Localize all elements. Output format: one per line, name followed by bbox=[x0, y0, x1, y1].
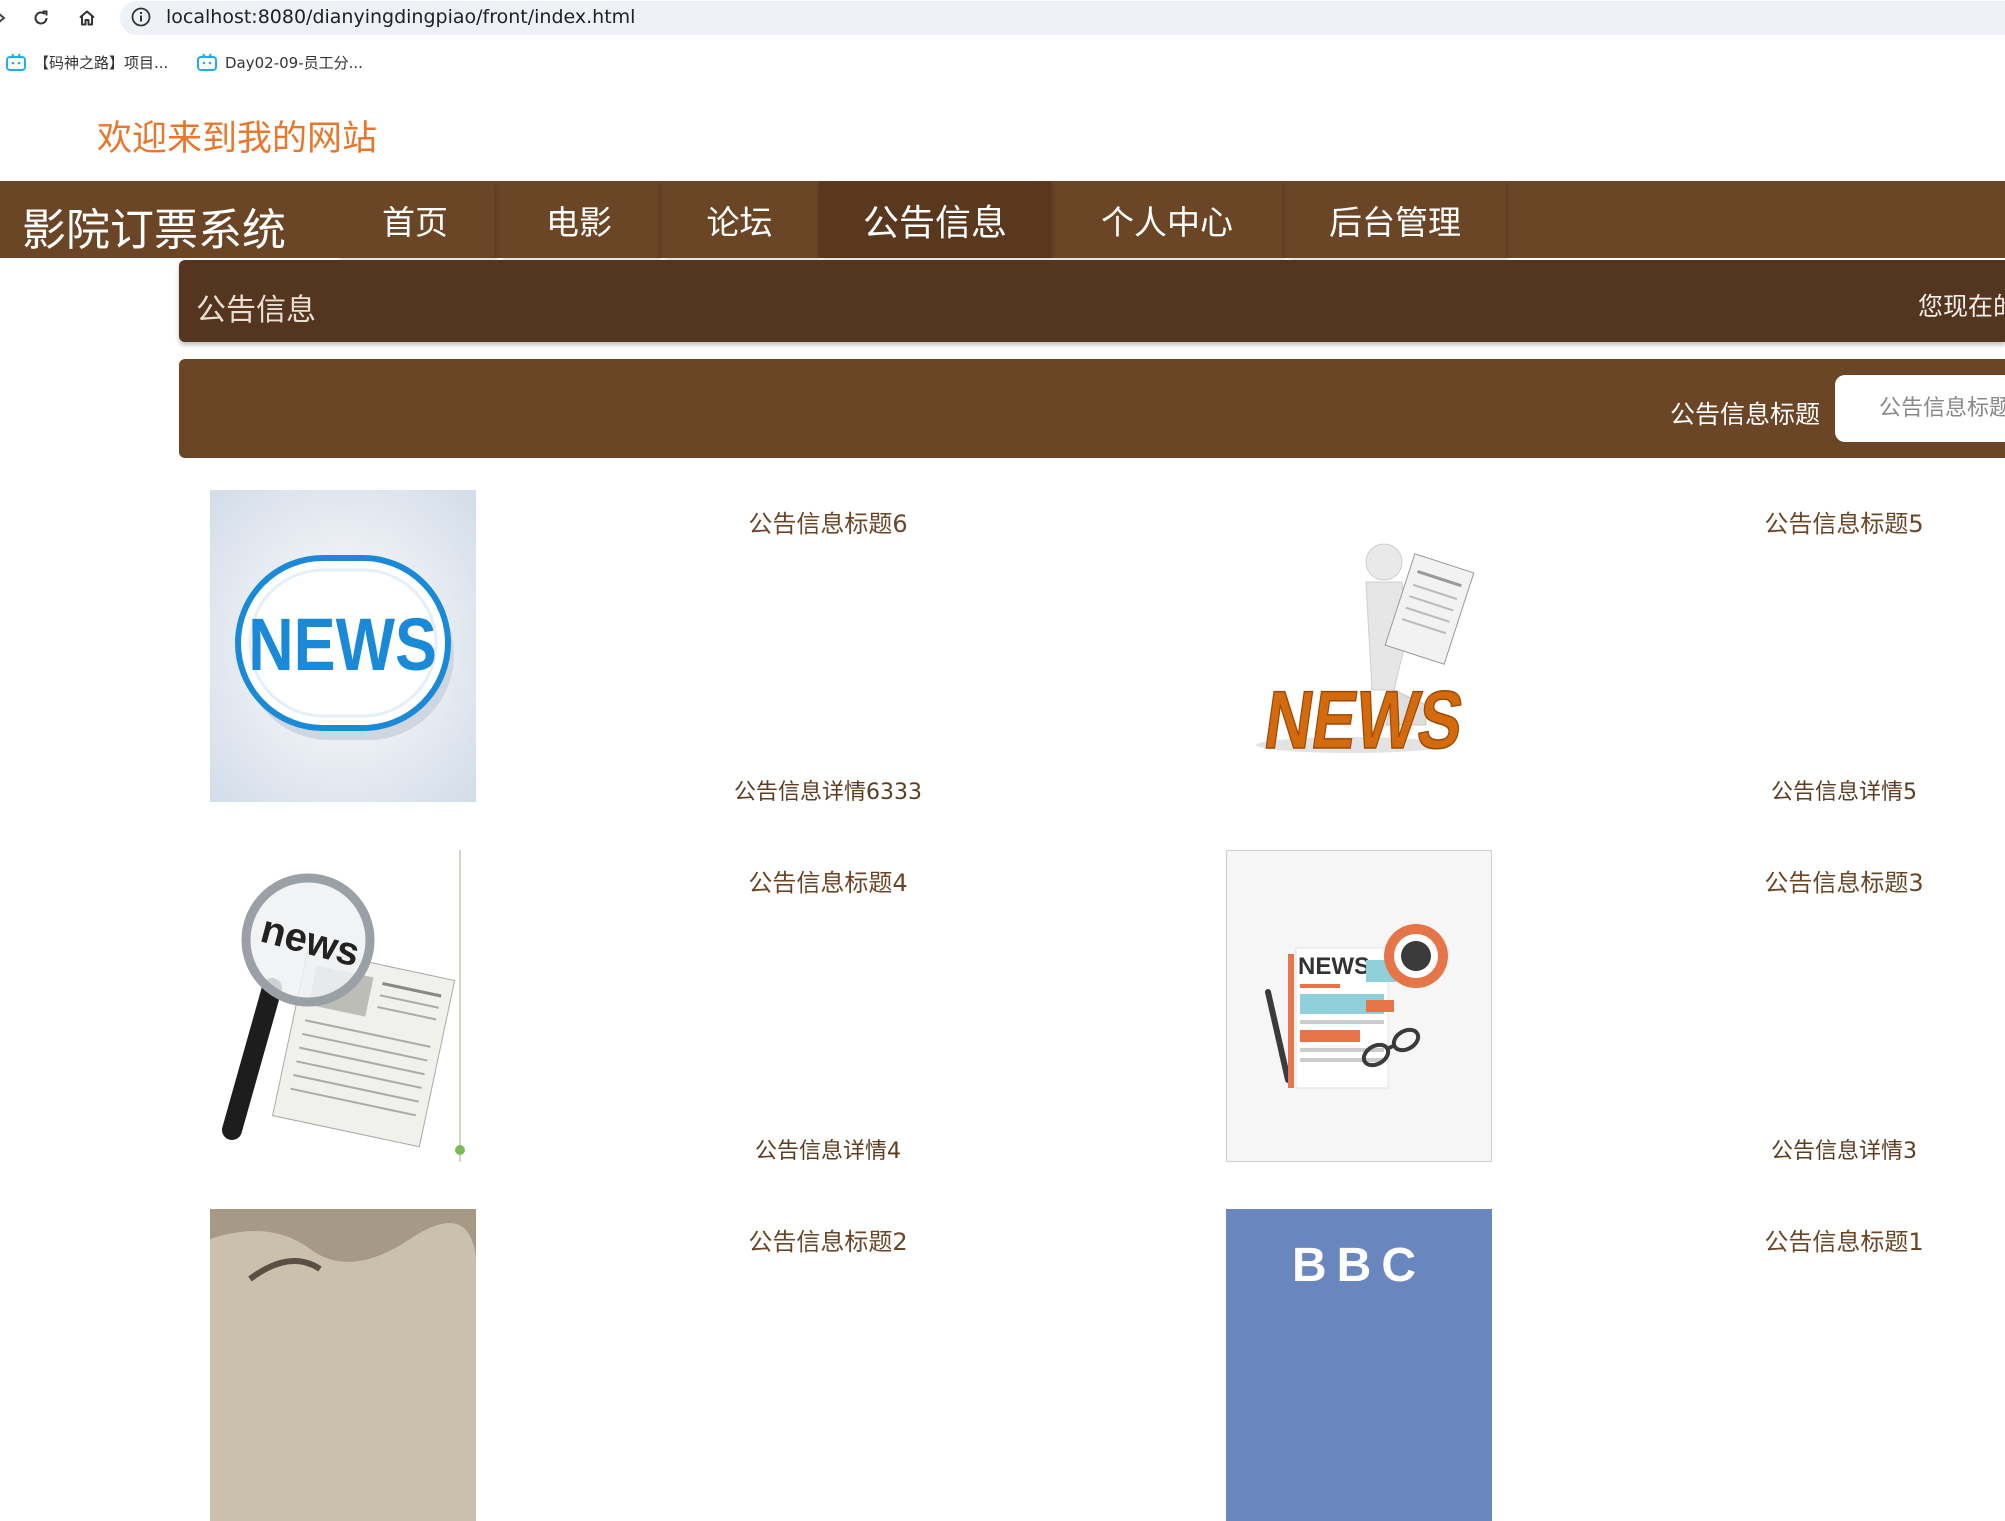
notice-image[interactable]: NEWS bbox=[1226, 490, 1492, 802]
home-icon bbox=[79, 10, 95, 26]
notice-image[interactable]: news bbox=[210, 850, 476, 1162]
notice-detail: 公告信息详情5 bbox=[1771, 780, 1917, 805]
breadcrumb-location: 您现在的 bbox=[1918, 292, 2005, 321]
site-brand[interactable]: 影院订票系统 bbox=[22, 194, 286, 258]
nav-item-forum[interactable]: 论坛 bbox=[662, 181, 817, 258]
notice-title[interactable]: 公告信息标题3 bbox=[1644, 863, 2005, 898]
nav-label: 电影 bbox=[546, 202, 612, 242]
notice-title[interactable]: 公告信息标题1 bbox=[1644, 1222, 2005, 1257]
svg-text:NEWS: NEWS bbox=[248, 603, 437, 686]
notice-image[interactable] bbox=[210, 1209, 476, 1521]
notice-image[interactable]: BBC bbox=[1226, 1209, 1492, 1521]
forward-arrow-icon bbox=[0, 13, 6, 23]
newspaper-photo-icon bbox=[210, 1209, 476, 1521]
nav-label: 后台管理 bbox=[1329, 202, 1461, 242]
nav-label: 公告信息 bbox=[862, 202, 1007, 244]
nav-item-announcements[interactable]: 公告信息 bbox=[819, 181, 1051, 258]
svg-text:NEWS: NEWS bbox=[1298, 953, 1370, 980]
figure-reading-news-icon: NEWS bbox=[1226, 490, 1492, 802]
nav-item-admin[interactable]: 后台管理 bbox=[1285, 181, 1505, 258]
bookmark-label: Day02-09-员工分... bbox=[225, 53, 363, 72]
forward-button[interactable] bbox=[0, 3, 16, 33]
nav-item-home[interactable]: 首页 bbox=[336, 181, 494, 258]
notice-title[interactable]: 公告信息标题6 bbox=[628, 504, 1028, 539]
flat-news-illustration-icon: NEWS bbox=[1226, 850, 1492, 1162]
notice-detail: 公告信息详情4 bbox=[755, 1139, 901, 1164]
bookmark-item-2[interactable]: Day02-09-员工分... bbox=[197, 50, 363, 74]
reload-icon bbox=[34, 10, 48, 25]
url-text: localhost:8080/dianyingdingpiao/front/in… bbox=[166, 6, 636, 28]
magnifier-newspaper-icon: news bbox=[210, 850, 476, 1162]
nav-label: 首页 bbox=[382, 202, 448, 242]
notice-title[interactable]: 公告信息标题5 bbox=[1644, 504, 2005, 539]
nav-item-profile[interactable]: 个人中心 bbox=[1052, 181, 1282, 258]
welcome-text: 欢迎来到我的网站 bbox=[97, 119, 378, 159]
notice-image[interactable]: NEWS bbox=[1226, 850, 1492, 1162]
site-info-icon[interactable] bbox=[130, 6, 152, 28]
svg-text:NEWS: NEWS bbox=[1259, 673, 1469, 765]
nav-label: 个人中心 bbox=[1101, 202, 1233, 242]
notice-image[interactable]: NEWS bbox=[210, 490, 476, 802]
breadcrumb bbox=[179, 260, 2005, 342]
notice-title[interactable]: 公告信息标题2 bbox=[628, 1222, 1028, 1257]
notice-detail: 公告信息详情6333 bbox=[734, 780, 922, 805]
bilibili-icon bbox=[6, 53, 26, 71]
nav-item-movies[interactable]: 电影 bbox=[500, 181, 658, 258]
search-label: 公告信息标题 bbox=[1670, 400, 1821, 429]
nav-label: 论坛 bbox=[706, 202, 773, 242]
page-title: 公告信息 bbox=[196, 293, 316, 328]
notice-detail: 公告信息详情3 bbox=[1771, 1139, 1917, 1164]
svg-text:BBC: BBC bbox=[1292, 1239, 1426, 1292]
search-input[interactable] bbox=[1835, 375, 2005, 442]
home-button[interactable] bbox=[72, 3, 102, 33]
news-button-icon: NEWS bbox=[210, 490, 476, 802]
bbc-logo-icon: BBC bbox=[1226, 1209, 1492, 1521]
bookmark-label: 【码神之路】项目... bbox=[34, 53, 169, 72]
reload-button[interactable] bbox=[26, 3, 56, 33]
bilibili-icon bbox=[197, 53, 217, 71]
bookmark-item-1[interactable]: 【码神之路】项目... bbox=[6, 50, 168, 74]
notice-title[interactable]: 公告信息标题4 bbox=[628, 863, 1028, 898]
